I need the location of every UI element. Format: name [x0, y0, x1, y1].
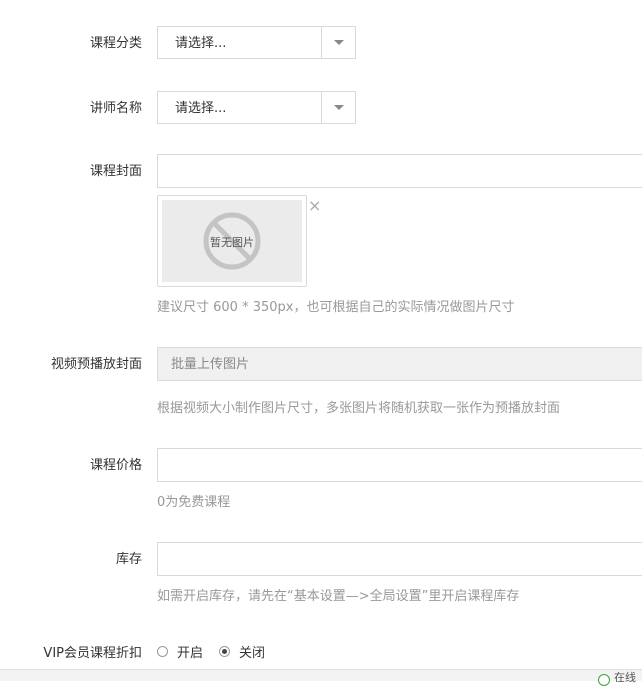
- bottom-status-bar: [0, 669, 642, 681]
- online-status-text: 在线: [614, 671, 636, 684]
- batch-upload-button-label: 批量上传图片: [171, 357, 250, 372]
- vip-discount-radio-on[interactable]: [157, 646, 168, 657]
- video-preview-cover-hint: 根据视频大小制作图片尺寸，多张图片将随机获取一张作为预播放封面: [157, 401, 561, 416]
- vip-discount-label: VIP会员课程折扣: [43, 646, 142, 661]
- teacher-name-select[interactable]: 请选择...: [157, 91, 356, 124]
- course-cover-label: 课程封面: [89, 164, 142, 179]
- course-price-input[interactable]: [157, 448, 642, 482]
- no-image-text: 暂无图片: [210, 236, 254, 249]
- course-category-select[interactable]: 请选择...: [157, 26, 356, 59]
- course-cover-input[interactable]: [157, 154, 642, 188]
- teacher-name-label: 讲师名称: [89, 101, 142, 116]
- stock-hint: 如需开启库存，请先在“基本设置—>全局设置”里开启课程库存: [157, 589, 520, 604]
- vip-discount-radio-on-label[interactable]: 开启: [177, 645, 203, 663]
- chevron-down-icon[interactable]: [321, 92, 355, 123]
- course-cover-hint: 建议尺寸 600 * 350px，也可根据自己的实际情况做图片尺寸: [157, 300, 515, 315]
- video-preview-cover-label: 视频预播放封面: [50, 357, 142, 372]
- course-price-hint: 0为免费课程: [157, 495, 231, 510]
- chevron-down-icon[interactable]: [321, 27, 355, 58]
- stock-input[interactable]: [157, 542, 642, 576]
- vip-discount-radio-off-label[interactable]: 关闭: [239, 645, 265, 663]
- teacher-name-selected-value: 请选择...: [175, 101, 227, 116]
- course-category-label: 课程分类: [89, 36, 142, 51]
- vip-discount-radio-off[interactable]: [219, 646, 230, 657]
- batch-upload-button[interactable]: 批量上传图片: [157, 347, 642, 381]
- course-price-label: 课程价格: [89, 458, 142, 473]
- close-icon[interactable]: ×: [308, 198, 321, 214]
- no-image-placeholder: 暂无图片: [162, 200, 302, 282]
- stock-label: 库存: [115, 552, 142, 567]
- online-status-icon: [598, 674, 610, 686]
- course-category-selected-value: 请选择...: [175, 36, 227, 51]
- cover-thumbnail: 暂无图片: [157, 195, 307, 287]
